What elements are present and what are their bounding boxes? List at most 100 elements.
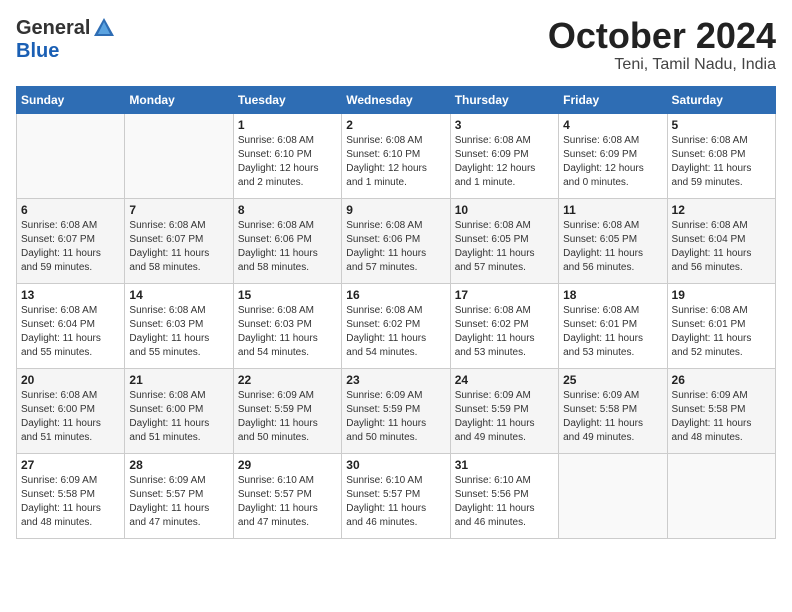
calendar-cell: 27 Sunrise: 6:09 AM Sunset: 5:58 PM Dayli…: [17, 453, 125, 538]
logo: General Blue: [16, 16, 116, 63]
calendar-cell: 7 Sunrise: 6:08 AM Sunset: 6:07 PM Daylig…: [125, 198, 233, 283]
logo-icon: [92, 16, 116, 40]
day-number: 25: [563, 373, 662, 387]
day-info: Sunrise: 6:08 AM Sunset: 6:07 PM Dayligh…: [129, 219, 228, 275]
day-of-week-header: Friday: [559, 86, 667, 113]
day-info: Sunrise: 6:08 AM Sunset: 6:06 PM Dayligh…: [238, 219, 337, 275]
day-info: Sunrise: 6:08 AM Sunset: 6:04 PM Dayligh…: [21, 304, 120, 360]
calendar-cell: 16 Sunrise: 6:08 AM Sunset: 6:02 PM Dayli…: [342, 283, 450, 368]
day-of-week-header: Saturday: [667, 86, 775, 113]
calendar-cell: 5 Sunrise: 6:08 AM Sunset: 6:08 PM Daylig…: [667, 113, 775, 198]
calendar-cell: [559, 453, 667, 538]
day-info: Sunrise: 6:08 AM Sunset: 6:10 PM Dayligh…: [346, 134, 445, 190]
calendar-cell: 18Sunrise: 6:08 AM Sunset: 6:01 PM Dayli…: [559, 283, 667, 368]
day-info: Sunrise: 6:08 AM Sunset: 6:07 PM Dayligh…: [21, 219, 120, 275]
day-info: Sunrise: 6:10 AM Sunset: 5:56 PM Dayligh…: [455, 474, 554, 530]
calendar-cell: 25 Sunrise: 6:09 AM Sunset: 5:58 PM Dayli…: [559, 368, 667, 453]
day-number: 21: [129, 373, 228, 387]
calendar-header-row: SundayMondayTuesdayWednesdayThursdayFrid…: [17, 86, 776, 113]
calendar-cell: 3 Sunrise: 6:08 AM Sunset: 6:09 PM Daylig…: [450, 113, 558, 198]
day-info: Sunrise: 6:08 AM Sunset: 6:02 PM Dayligh…: [346, 304, 445, 360]
day-info: Sunrise: 6:10 AM Sunset: 5:57 PM Dayligh…: [238, 474, 337, 530]
day-number: 29: [238, 458, 337, 472]
day-number: 23: [346, 373, 445, 387]
calendar-table: SundayMondayTuesdayWednesdayThursdayFrid…: [16, 86, 776, 539]
day-number: 15: [238, 288, 337, 302]
day-number: 22: [238, 373, 337, 387]
day-info: Sunrise: 6:08 AM Sunset: 6:00 PM Dayligh…: [129, 389, 228, 445]
day-info: Sunrise: 6:08 AM Sunset: 6:06 PM Dayligh…: [346, 219, 445, 275]
location-subtitle: Teni, Tamil Nadu, India: [548, 56, 776, 74]
calendar-week-row: 1 Sunrise: 6:08 AM Sunset: 6:10 PM Daylig…: [17, 113, 776, 198]
day-number: 20: [21, 373, 120, 387]
day-number: 24: [455, 373, 554, 387]
calendar-cell: 6 Sunrise: 6:08 AM Sunset: 6:07 PM Daylig…: [17, 198, 125, 283]
calendar-cell: 12Sunrise: 6:08 AM Sunset: 6:04 PM Dayli…: [667, 198, 775, 283]
calendar-cell: 8Sunrise: 6:08 AM Sunset: 6:06 PM Daylig…: [233, 198, 341, 283]
day-number: 10: [455, 203, 554, 217]
calendar-cell: 11Sunrise: 6:08 AM Sunset: 6:05 PM Dayli…: [559, 198, 667, 283]
calendar-cell: 17 Sunrise: 6:08 AM Sunset: 6:02 PM Dayli…: [450, 283, 558, 368]
day-number: 19: [672, 288, 771, 302]
day-number: 30: [346, 458, 445, 472]
day-number: 4: [563, 118, 662, 132]
page-header: General Blue October 2024 Teni, Tamil Na…: [16, 16, 776, 74]
calendar-cell: 23 Sunrise: 6:09 AM Sunset: 5:59 PM Dayli…: [342, 368, 450, 453]
calendar-cell: 24 Sunrise: 6:09 AM Sunset: 5:59 PM Dayli…: [450, 368, 558, 453]
day-info: Sunrise: 6:08 AM Sunset: 6:00 PM Dayligh…: [21, 389, 120, 445]
calendar-week-row: 13 Sunrise: 6:08 AM Sunset: 6:04 PM Dayli…: [17, 283, 776, 368]
calendar-cell: 19 Sunrise: 6:08 AM Sunset: 6:01 PM Dayli…: [667, 283, 775, 368]
day-number: 31: [455, 458, 554, 472]
day-number: 3: [455, 118, 554, 132]
day-info: Sunrise: 6:08 AM Sunset: 6:10 PM Dayligh…: [238, 134, 337, 190]
day-number: 14: [129, 288, 228, 302]
calendar-cell: 14 Sunrise: 6:08 AM Sunset: 6:03 PM Dayli…: [125, 283, 233, 368]
day-number: 27: [21, 458, 120, 472]
day-number: 5: [672, 118, 771, 132]
day-info: Sunrise: 6:09 AM Sunset: 5:58 PM Dayligh…: [672, 389, 771, 445]
calendar-cell: 10Sunrise: 6:08 AM Sunset: 6:05 PM Dayli…: [450, 198, 558, 283]
day-info: Sunrise: 6:09 AM Sunset: 5:57 PM Dayligh…: [129, 474, 228, 530]
day-info: Sunrise: 6:08 AM Sunset: 6:01 PM Dayligh…: [563, 304, 662, 360]
calendar-week-row: 6 Sunrise: 6:08 AM Sunset: 6:07 PM Daylig…: [17, 198, 776, 283]
day-number: 26: [672, 373, 771, 387]
calendar-cell: 21 Sunrise: 6:08 AM Sunset: 6:00 PM Dayli…: [125, 368, 233, 453]
day-of-week-header: Tuesday: [233, 86, 341, 113]
calendar-cell: 9Sunrise: 6:08 AM Sunset: 6:06 PM Daylig…: [342, 198, 450, 283]
day-of-week-header: Sunday: [17, 86, 125, 113]
day-info: Sunrise: 6:08 AM Sunset: 6:03 PM Dayligh…: [129, 304, 228, 360]
calendar-cell: [125, 113, 233, 198]
day-info: Sunrise: 6:08 AM Sunset: 6:03 PM Dayligh…: [238, 304, 337, 360]
day-number: 6: [21, 203, 120, 217]
day-info: Sunrise: 6:08 AM Sunset: 6:09 PM Dayligh…: [455, 134, 554, 190]
calendar-cell: [17, 113, 125, 198]
calendar-cell: 13 Sunrise: 6:08 AM Sunset: 6:04 PM Dayli…: [17, 283, 125, 368]
calendar-cell: 20 Sunrise: 6:08 AM Sunset: 6:00 PM Dayli…: [17, 368, 125, 453]
calendar-week-row: 27 Sunrise: 6:09 AM Sunset: 5:58 PM Dayli…: [17, 453, 776, 538]
calendar-cell: [667, 453, 775, 538]
day-number: 2: [346, 118, 445, 132]
day-info: Sunrise: 6:08 AM Sunset: 6:01 PM Dayligh…: [672, 304, 771, 360]
day-info: Sunrise: 6:08 AM Sunset: 6:02 PM Dayligh…: [455, 304, 554, 360]
day-number: 1: [238, 118, 337, 132]
day-info: Sunrise: 6:08 AM Sunset: 6:05 PM Dayligh…: [563, 219, 662, 275]
calendar-cell: 2 Sunrise: 6:08 AM Sunset: 6:10 PM Daylig…: [342, 113, 450, 198]
day-number: 28: [129, 458, 228, 472]
month-title: October 2024: [548, 16, 776, 56]
day-info: Sunrise: 6:09 AM Sunset: 5:59 PM Dayligh…: [455, 389, 554, 445]
calendar-cell: 15 Sunrise: 6:08 AM Sunset: 6:03 PM Dayli…: [233, 283, 341, 368]
day-info: Sunrise: 6:08 AM Sunset: 6:08 PM Dayligh…: [672, 134, 771, 190]
day-number: 17: [455, 288, 554, 302]
day-info: Sunrise: 6:09 AM Sunset: 5:58 PM Dayligh…: [563, 389, 662, 445]
title-block: October 2024 Teni, Tamil Nadu, India: [548, 16, 776, 74]
day-info: Sunrise: 6:09 AM Sunset: 5:58 PM Dayligh…: [21, 474, 120, 530]
day-number: 16: [346, 288, 445, 302]
day-info: Sunrise: 6:09 AM Sunset: 5:59 PM Dayligh…: [238, 389, 337, 445]
day-number: 13: [21, 288, 120, 302]
calendar-cell: 1 Sunrise: 6:08 AM Sunset: 6:10 PM Daylig…: [233, 113, 341, 198]
day-info: Sunrise: 6:09 AM Sunset: 5:59 PM Dayligh…: [346, 389, 445, 445]
calendar-cell: 29 Sunrise: 6:10 AM Sunset: 5:57 PM Dayli…: [233, 453, 341, 538]
calendar-cell: 28 Sunrise: 6:09 AM Sunset: 5:57 PM Dayli…: [125, 453, 233, 538]
day-number: 7: [129, 203, 228, 217]
calendar-week-row: 20 Sunrise: 6:08 AM Sunset: 6:00 PM Dayli…: [17, 368, 776, 453]
